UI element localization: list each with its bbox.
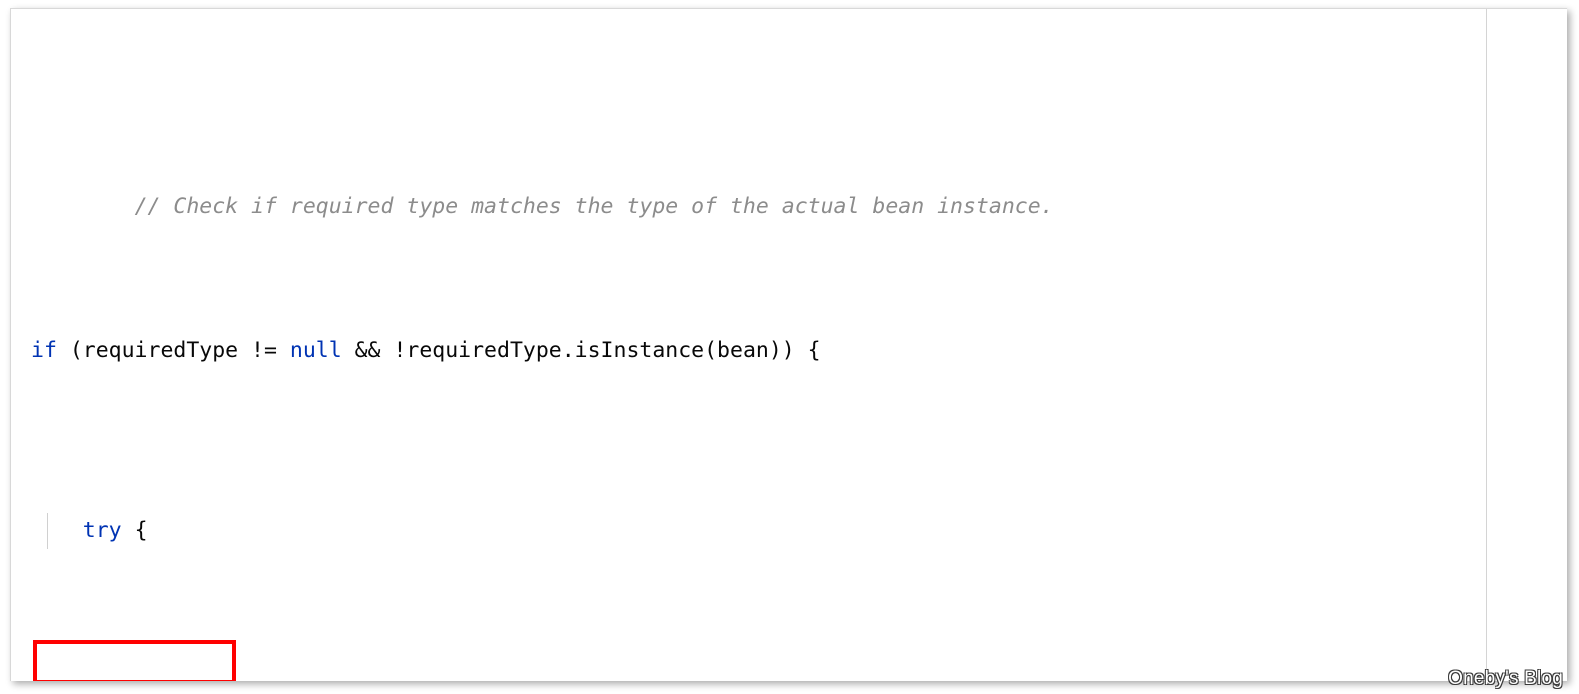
keyword-null: null bbox=[289, 338, 342, 363]
code-line[interactable]: if (requiredType != null && !requiredTyp… bbox=[11, 333, 1567, 369]
code-content[interactable]: // Check if required type matches the ty… bbox=[11, 9, 1567, 681]
code-text: && !requiredType.isInstance(bean)) { bbox=[341, 338, 821, 363]
watermark-text: Oneby's Blog bbox=[1448, 668, 1563, 689]
keyword-if: if bbox=[31, 338, 57, 363]
keyword-try: try bbox=[82, 518, 122, 543]
code-text: { bbox=[121, 518, 148, 543]
editor-root: // Check if required type matches the ty… bbox=[0, 0, 1579, 694]
code-editor-frame: // Check if required type matches the ty… bbox=[10, 8, 1567, 681]
indent-guide bbox=[47, 513, 48, 549]
code-text: (requiredType != bbox=[56, 338, 290, 363]
code-line[interactable]: try { bbox=[11, 513, 1567, 549]
code-line[interactable]: // Check if required type matches the ty… bbox=[11, 153, 1567, 219]
comment-token: // Check if required type matches the ty… bbox=[134, 194, 1054, 219]
